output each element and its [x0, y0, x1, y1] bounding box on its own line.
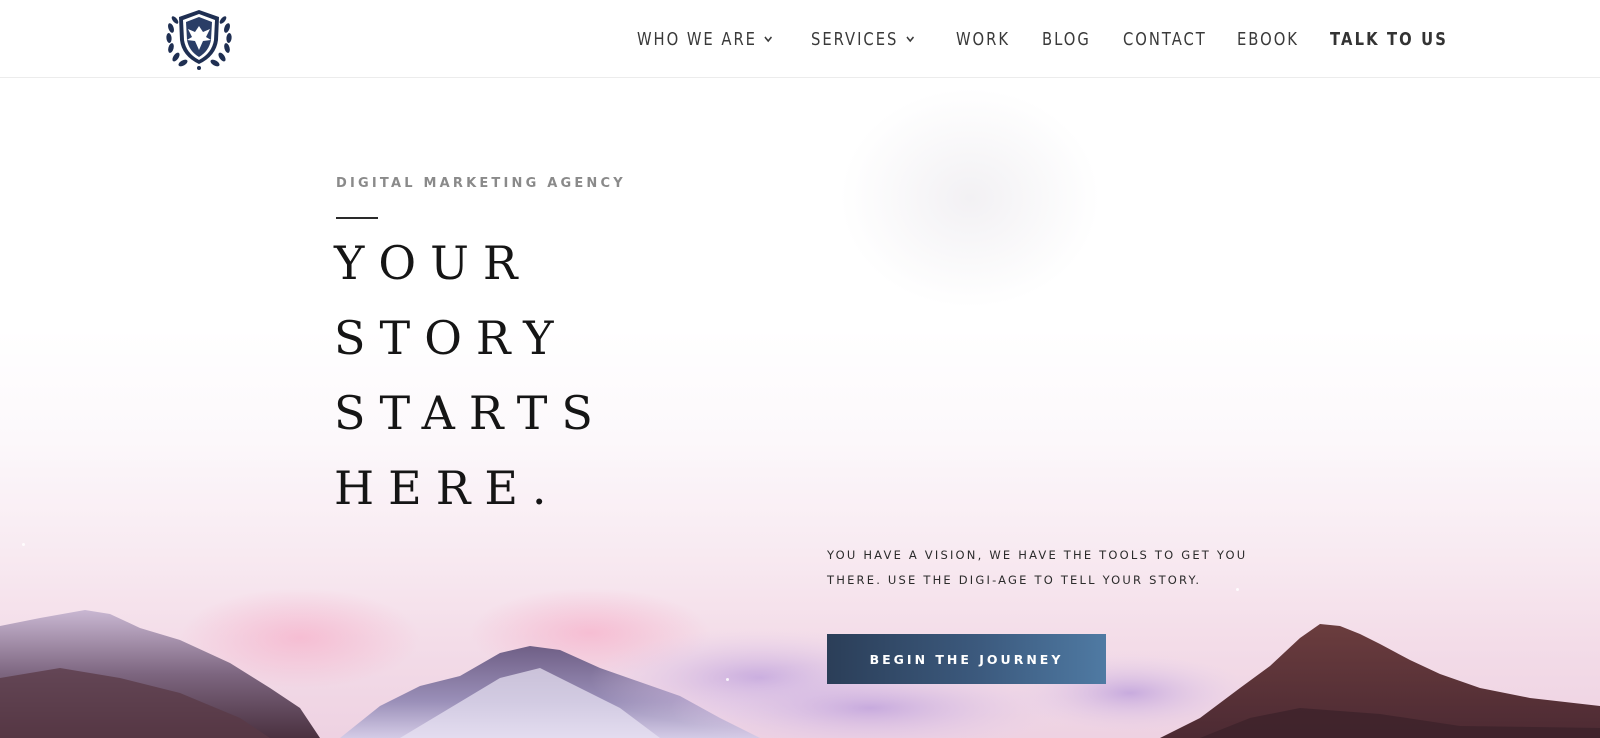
- nav-label: WORK: [956, 28, 1011, 50]
- nav-label: EBOOK: [1237, 28, 1299, 50]
- hero-eyebrow: DIGITAL MARKETING AGENCY: [336, 176, 626, 191]
- hero-headline: YOUR STORY STARTS HERE.: [334, 226, 754, 526]
- nav-ebook[interactable]: EBOOK: [1237, 26, 1299, 52]
- chevron-down-icon: [906, 36, 914, 43]
- tagline-line: YOU HAVE A VISION, WE HAVE THE TOOLS TO …: [827, 548, 1248, 562]
- hero-tagline: YOU HAVE A VISION, WE HAVE THE TOOLS TO …: [827, 543, 1287, 593]
- nav-services[interactable]: SERVICES: [811, 26, 915, 52]
- nav-label: SERVICES: [811, 28, 899, 50]
- nav-work[interactable]: WORK: [956, 26, 1010, 52]
- nav-label: WHO WE ARE: [637, 28, 757, 50]
- headline-line: HERE.: [334, 461, 561, 515]
- eyebrow-divider: [336, 217, 378, 219]
- tagline-line: THERE. USE THE DIGI-AGE TO TELL YOUR STO…: [827, 573, 1202, 587]
- nav-label: TALK TO US: [1330, 28, 1449, 50]
- nav-label: CONTACT: [1123, 28, 1207, 50]
- nav-contact[interactable]: CONTACT: [1123, 26, 1207, 52]
- headline-line: YOUR: [334, 236, 532, 290]
- nav-who-we-are[interactable]: WHO WE ARE: [637, 26, 773, 52]
- nav-blog[interactable]: BLOG: [1042, 26, 1091, 52]
- nav-label: BLOG: [1042, 28, 1091, 50]
- headline-line: STORY: [334, 311, 568, 365]
- hero-section: DIGITAL MARKETING AGENCY YOUR STORY STAR…: [0, 78, 1600, 738]
- nav-talk-to-us[interactable]: TALK TO US: [1330, 26, 1448, 52]
- headline-line: STARTS: [334, 386, 607, 440]
- begin-the-journey-button[interactable]: BEGIN THE JOURNEY: [827, 634, 1106, 684]
- chevron-down-icon: [764, 36, 773, 43]
- main-navigation: WHO WE ARE SERVICES WORK BLOG CONTACT EB…: [0, 0, 1600, 77]
- mountain-landscape-image: [0, 588, 1600, 738]
- site-header: WHO WE ARE SERVICES WORK BLOG CONTACT EB…: [0, 0, 1600, 78]
